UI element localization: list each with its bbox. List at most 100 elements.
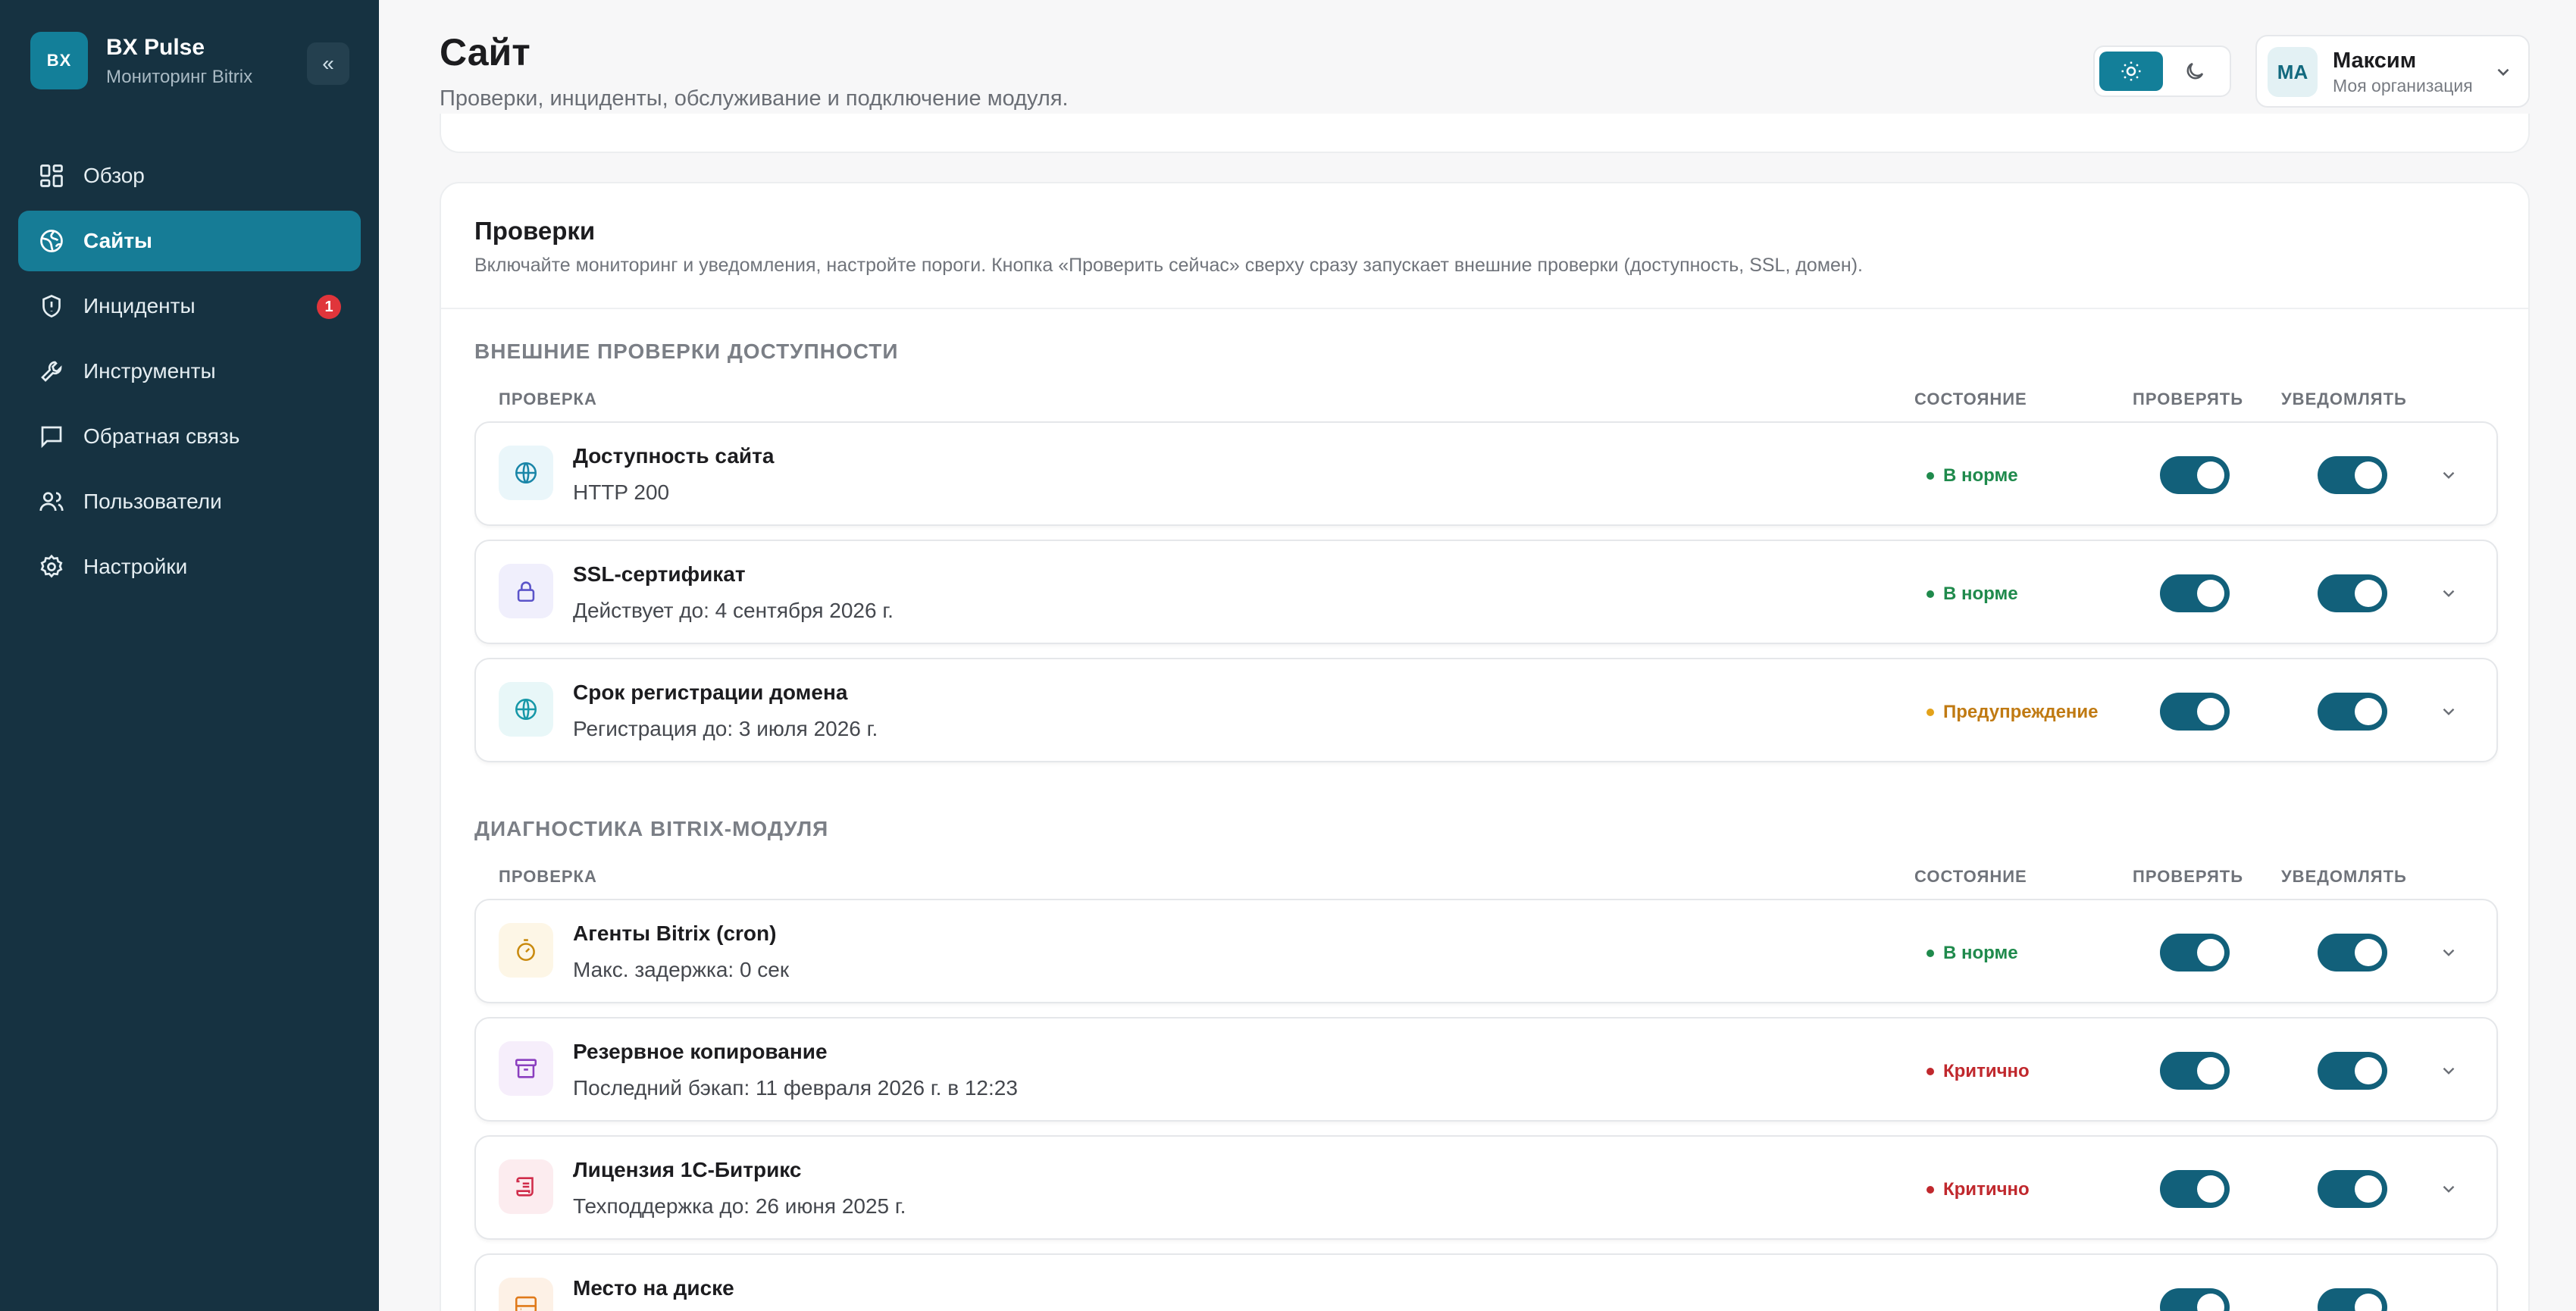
previous-card [440,114,2530,153]
check-detail: Последний бэкап: 11 февраля 2026 г. в 12… [573,1076,1018,1100]
toggle-knob [2355,462,2382,489]
chevron-down-icon[interactable] [2439,943,2459,962]
check-toggle[interactable] [2160,1170,2230,1208]
notify-toggle[interactable] [2318,1170,2387,1208]
scroll-icon [499,1159,553,1214]
status-badge: В норме [1927,465,2018,487]
status-dot [1927,709,1934,716]
wrench-icon [41,361,62,382]
toggle-knob [2197,462,2224,489]
globe-icon [499,682,553,737]
message-icon [41,426,62,449]
check-name: Агенты Bitrix (cron) [573,921,777,945]
toggle-knob [2197,698,2224,725]
status-dot [1927,950,1934,957]
toggle-knob [2197,580,2224,607]
chevron-down-icon[interactable] [2439,702,2459,721]
status-label: Критично [1943,1061,2030,1081]
column-header-notify: УВЕДОМЛЯТЬ [2281,390,2407,408]
notify-toggle[interactable] [2318,934,2387,972]
external-checks-section: ВНЕШНИЕ ПРОВЕРКИ ДОСТУПНОСТИ ПРОВЕРКА СО… [474,339,2498,776]
column-header-check: ПРОВЕРКА [499,867,597,886]
gear-icon [40,554,63,578]
sidebar-item-label: Инструменты [83,359,216,383]
double-chevron-left-icon: « [322,52,334,75]
check-row-backup[interactable]: Резервное копирование Последний бэкап: 1… [474,1017,2498,1122]
chevron-down-icon[interactable] [2439,1061,2459,1081]
toggle-knob [2197,1294,2224,1311]
column-header-verify: ПРОВЕРЯТЬ [2133,390,2244,408]
toggle-knob [2355,1294,2382,1311]
check-toggle[interactable] [2160,693,2230,731]
check-row-availability[interactable]: Доступность сайта HTTP 200 В норме [474,421,2498,526]
chevron-down-icon[interactable] [2439,584,2459,603]
check-row-disk[interactable]: Место на диске [474,1253,2498,1311]
check-row-domain[interactable]: Срок регистрации домена Регистрация до: … [474,658,2498,762]
sidebar-item-overview[interactable]: Обзор [18,145,361,206]
divider [441,308,2528,309]
sidebar-item-feedback[interactable]: Обратная связь [18,406,361,467]
check-row-agents[interactable]: Агенты Bitrix (cron) Макс. задержка: 0 с… [474,899,2498,1003]
chevron-down-icon[interactable] [2439,1179,2459,1199]
collapse-sidebar-button[interactable]: « [307,42,349,85]
status-label: В норме [1943,465,2018,486]
light-theme-button[interactable] [2099,52,2163,91]
avatar: МА [2268,47,2318,97]
status-label: В норме [1943,584,2018,604]
notify-toggle[interactable] [2318,574,2387,612]
sun-icon [2121,61,2141,81]
status-dot [1927,590,1934,598]
status-badge: Предупреждение [1927,702,2099,723]
column-headers: ПРОВЕРКА СОСТОЯНИЕ ПРОВЕРЯТЬ УВЕДОМЛЯТЬ [474,376,2498,421]
page-title: Сайт [440,31,531,74]
section-title: ДИАГНОСТИКА BITRIX-МОДУЛЯ [474,817,829,840]
status-label: Предупреждение [1943,702,2099,722]
archive-icon [499,1041,553,1096]
brand-logo: BX [30,32,88,89]
card-subtitle: Включайте мониторинг и уведомления, наст… [474,255,1863,276]
chevron-down-icon[interactable] [2439,465,2459,485]
toggle-knob [2355,939,2382,966]
sidebar-item-users[interactable]: Пользователи [18,471,361,532]
notify-toggle[interactable] [2318,1052,2387,1090]
globe-icon [40,230,63,252]
timer-icon [499,923,553,978]
column-header-verify: ПРОВЕРЯТЬ [2133,867,2244,886]
check-detail: Макс. задержка: 0 сек [573,958,790,981]
user-name: Максим [2333,48,2417,73]
users-icon [39,492,64,512]
status-dot [1927,472,1934,480]
sidebar-item-tools[interactable]: Инструменты [18,341,361,402]
brand-name: BX Pulse [106,35,205,60]
user-menu[interactable]: МА Максим Моя организация [2255,35,2530,108]
sidebar-item-sites[interactable]: Сайты [18,211,361,271]
check-row-license[interactable]: Лицензия 1С-Битрикс Техподдержка до: 26 … [474,1135,2498,1240]
globe-icon [499,446,553,500]
sidebar-item-label: Обзор [83,164,145,187]
notify-toggle[interactable] [2318,1288,2387,1311]
notify-toggle[interactable] [2318,456,2387,494]
check-toggle[interactable] [2160,574,2230,612]
check-detail: Техподдержка до: 26 июня 2025 г. [573,1194,906,1218]
status-badge: Критично [1927,1179,2030,1200]
check-toggle[interactable] [2160,1052,2230,1090]
check-name: SSL-сертификат [573,562,746,586]
check-name: Резервное копирование [573,1040,828,1063]
dark-theme-button[interactable] [2163,52,2227,91]
sidebar-item-incidents[interactable]: Инциденты 1 [18,276,361,336]
check-toggle[interactable] [2160,456,2230,494]
status-badge: В норме [1927,584,2018,605]
shield-alert-icon [42,295,61,318]
sidebar: BX BX Pulse Мониторинг Bitrix « Обзор Са… [0,0,379,1311]
toggle-knob [2197,939,2224,966]
sidebar-item-label: Настройки [83,555,188,578]
toggle-knob [2197,1057,2224,1084]
sidebar-item-settings[interactable]: Настройки [18,537,361,597]
check-toggle[interactable] [2160,1288,2230,1311]
status-label: Критично [1943,1179,2030,1200]
check-toggle[interactable] [2160,934,2230,972]
page-subtitle: Проверки, инциденты, обслуживание и подк… [440,86,1069,111]
notify-toggle[interactable] [2318,693,2387,731]
sidebar-item-label: Пользователи [83,490,222,513]
check-row-ssl[interactable]: SSL-сертификат Действует до: 4 сентября … [474,540,2498,644]
